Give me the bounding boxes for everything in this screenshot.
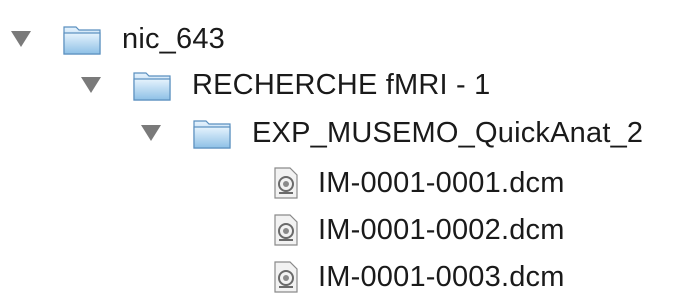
disclosure-triangle-expanded-icon[interactable] [10, 28, 32, 50]
tree-row-file[interactable]: IM-0001-0003.dcm [272, 252, 565, 302]
tree-row-file[interactable]: IM-0001-0002.dcm [272, 205, 565, 255]
file-name: IM-0001-0002.dcm [318, 213, 565, 246]
folder-icon [133, 72, 171, 101]
file-name: IM-0001-0003.dcm [318, 260, 565, 293]
tree-row-file[interactable]: IM-0001-0001.dcm [272, 158, 565, 208]
tree-row-exp-musemo-quickanat-2[interactable]: EXP_MUSEMO_QuickAnat_2 [140, 108, 643, 158]
tree-item-label: nic_643 [122, 22, 225, 55]
file-tree: nic_643 RECHERCHE fMRI - 1 EXP_MUSEMO_Qu… [0, 0, 682, 293]
dicom-file-icon [274, 261, 298, 293]
folder-icon [193, 120, 231, 149]
tree-row-recherche-fmri-1[interactable]: RECHERCHE fMRI - 1 [80, 60, 490, 110]
folder-icon [63, 26, 101, 55]
disclosure-triangle-expanded-icon[interactable] [80, 74, 102, 96]
file-name: IM-0001-0001.dcm [318, 166, 565, 199]
dicom-file-icon [274, 167, 298, 199]
disclosure-triangle-expanded-icon[interactable] [140, 122, 162, 144]
tree-item-label: RECHERCHE fMRI - 1 [192, 68, 491, 101]
dicom-file-icon [274, 214, 298, 246]
tree-row-nic-643[interactable]: nic_643 [10, 14, 225, 64]
tree-item-label: EXP_MUSEMO_QuickAnat_2 [252, 116, 644, 149]
